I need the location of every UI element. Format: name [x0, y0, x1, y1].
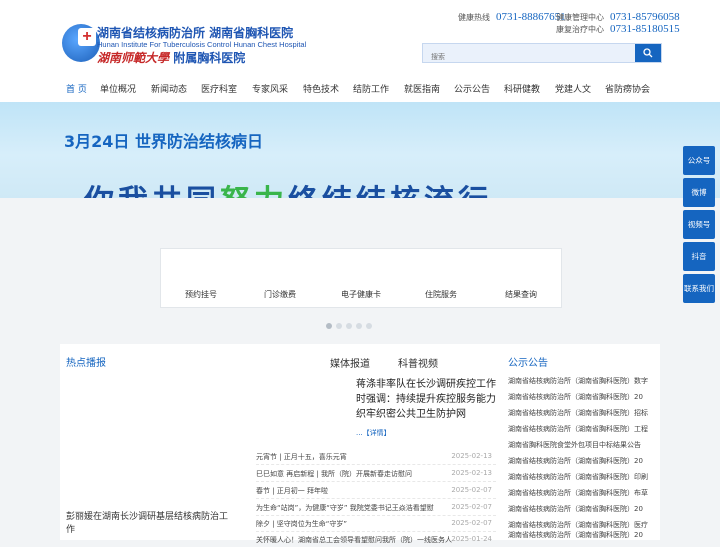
- service-results[interactable]: 结果查询: [505, 289, 537, 300]
- affiliated-hospital: 附属胸科医院: [173, 51, 246, 65]
- notice-item[interactable]: 湖南省结核病防治所（湖南省胸科医院）20: [508, 392, 656, 402]
- university-script: 湖南师範大學: [97, 51, 170, 65]
- search-button[interactable]: [635, 44, 661, 62]
- hero-banner[interactable]: 3月24日 世界防治结核病日 你我共同努力终结结核流行: [0, 102, 720, 198]
- news-item[interactable]: 除夕 | 坚守岗位为生命“守岁” 2025-02-07: [256, 519, 496, 532]
- hot-news-title: 热点播报: [66, 358, 106, 369]
- service-inpatient[interactable]: 住院服务: [425, 289, 457, 300]
- org-name-en: Hunan Institute For Tuberculosis Control…: [97, 40, 307, 49]
- side-douyin[interactable]: 抖音: [683, 242, 715, 271]
- notice-item[interactable]: 湖南省胸科医院食堂外包项目中标结果公告: [508, 440, 656, 450]
- news-item[interactable]: 关怀暖人心！湖南省总工会领导看望慰问我所（院）一线医务人 2025-01-24: [256, 535, 496, 547]
- side-video-channel[interactable]: 视频号: [683, 210, 715, 239]
- carousel-dot[interactable]: [346, 323, 352, 329]
- main-nav: 首 页 单位概况 新闻动态 医疗科室 专家风采 特色技术 结防工作 就医指南 公…: [0, 76, 720, 102]
- notice-item[interactable]: 湖南省结核病防治所（湖南省胸科医院）20: [508, 456, 656, 466]
- carousel-dot[interactable]: [356, 323, 362, 329]
- nav-departments[interactable]: 医疗科室: [201, 82, 237, 95]
- news-item[interactable]: 为生命“站岗”，为健康“守岁” 我院党委书记王焱浩看望慰 2025-02-07: [256, 503, 496, 516]
- nav-party[interactable]: 党建人文: [555, 82, 591, 95]
- banner-title: 3月24日 世界防治结核病日: [64, 132, 263, 151]
- nav-home[interactable]: 首 页: [66, 82, 87, 95]
- nav-research[interactable]: 科研健教: [504, 82, 540, 95]
- carousel-dots: [326, 314, 376, 333]
- search-input[interactable]: [423, 48, 639, 66]
- service-payment[interactable]: 门诊缴费: [264, 289, 296, 300]
- notice-item[interactable]: 湖南省结核病防治所（湖南省胸科医院）20: [508, 504, 656, 514]
- featured-headline[interactable]: 蒋涤非率队在长沙调研疾控工作时强调：持续提升疾控服务能力 织牢织密公共卫生防护网: [356, 377, 500, 422]
- search-icon: [643, 48, 653, 58]
- red-cross-icon: +: [78, 28, 96, 46]
- nav-association[interactable]: 省防痨协会: [605, 82, 650, 95]
- hotline-health-management: 健康管理中心 0731-85796058: [556, 11, 680, 23]
- carousel-dot[interactable]: [326, 323, 332, 329]
- notice-item[interactable]: 湖南省结核病防治所（湖南省胸科医院）工程: [508, 424, 656, 434]
- org-name-cn: 湖南省结核病防治所 湖南省胸科医院: [97, 26, 294, 40]
- news-item[interactable]: 元宵节 | 正月十五，喜乐元宵 2025-02-13: [256, 452, 496, 465]
- banner-slogan: 你我共同努力终结结核流行: [84, 176, 492, 198]
- tab-media-reports[interactable]: 媒体报道: [330, 355, 370, 370]
- side-wechat-official[interactable]: 公众号: [683, 146, 715, 175]
- nav-techniques[interactable]: 特色技术: [303, 82, 339, 95]
- nav-overview[interactable]: 单位概况: [100, 82, 136, 95]
- notices-title: 公示公告: [508, 358, 548, 369]
- notice-item[interactable]: 湖南省结核病防治所（湖南省胸科医院）印刷: [508, 472, 656, 482]
- notice-item[interactable]: 湖南省结核病防治所（湖南省胸科医院）20: [508, 530, 656, 540]
- carousel-dot[interactable]: [336, 323, 342, 329]
- side-weibo[interactable]: 微博: [683, 178, 715, 207]
- service-health-card[interactable]: 电子健康卡: [341, 289, 381, 300]
- hot-news-caption[interactable]: 彭丽媛在湖南长沙调研基层结核病防治工作: [66, 511, 236, 537]
- service-appointment[interactable]: 预约挂号: [185, 289, 217, 300]
- tab-science-videos[interactable]: 科普视频: [398, 355, 438, 370]
- news-item[interactable]: 春节 | 正月初一 拜年啦 2025-02-07: [256, 486, 496, 499]
- side-contact-us[interactable]: 联系我们: [683, 274, 715, 303]
- nav-announcements[interactable]: 公示公告: [454, 82, 490, 95]
- site-header: + 湖南省结核病防治所 湖南省胸科医院 Hunan Institute For …: [0, 0, 720, 76]
- hotline-health: 健康热线 0731-88867651: [458, 11, 566, 23]
- search-box: [422, 43, 662, 66]
- quick-services: 预约挂号 门诊缴费 电子健康卡 住院服务 结果查询: [160, 248, 562, 308]
- notice-item[interactable]: 湖南省结核病防治所（湖南省胸科医院）招标: [508, 408, 656, 418]
- nav-tb-control[interactable]: 结防工作: [353, 82, 389, 95]
- news-item[interactable]: 巳巳如意 再启新程 | 我所（院）开展新春走访慰问 2025-02-13: [256, 469, 496, 482]
- details-link[interactable]: ...【详情】: [356, 428, 391, 438]
- notice-item[interactable]: 湖南省结核病防治所（湖南省胸科医院）数字: [508, 376, 656, 386]
- notice-item[interactable]: 湖南省结核病防治所（湖南省胸科医院）布草: [508, 488, 656, 498]
- university-hospital-name: 湖南师範大學 附属胸科医院: [97, 49, 245, 66]
- nav-news[interactable]: 新闻动态: [151, 82, 187, 95]
- nav-experts[interactable]: 专家风采: [252, 82, 288, 95]
- notice-item[interactable]: 湖南省结核病防治所（湖南省胸科医院）医疗: [508, 520, 656, 530]
- nav-patient-guide[interactable]: 就医指南: [404, 82, 440, 95]
- carousel-dot[interactable]: [366, 323, 372, 329]
- hotline-rehab: 康复治疗中心 0731-85180515: [556, 23, 680, 35]
